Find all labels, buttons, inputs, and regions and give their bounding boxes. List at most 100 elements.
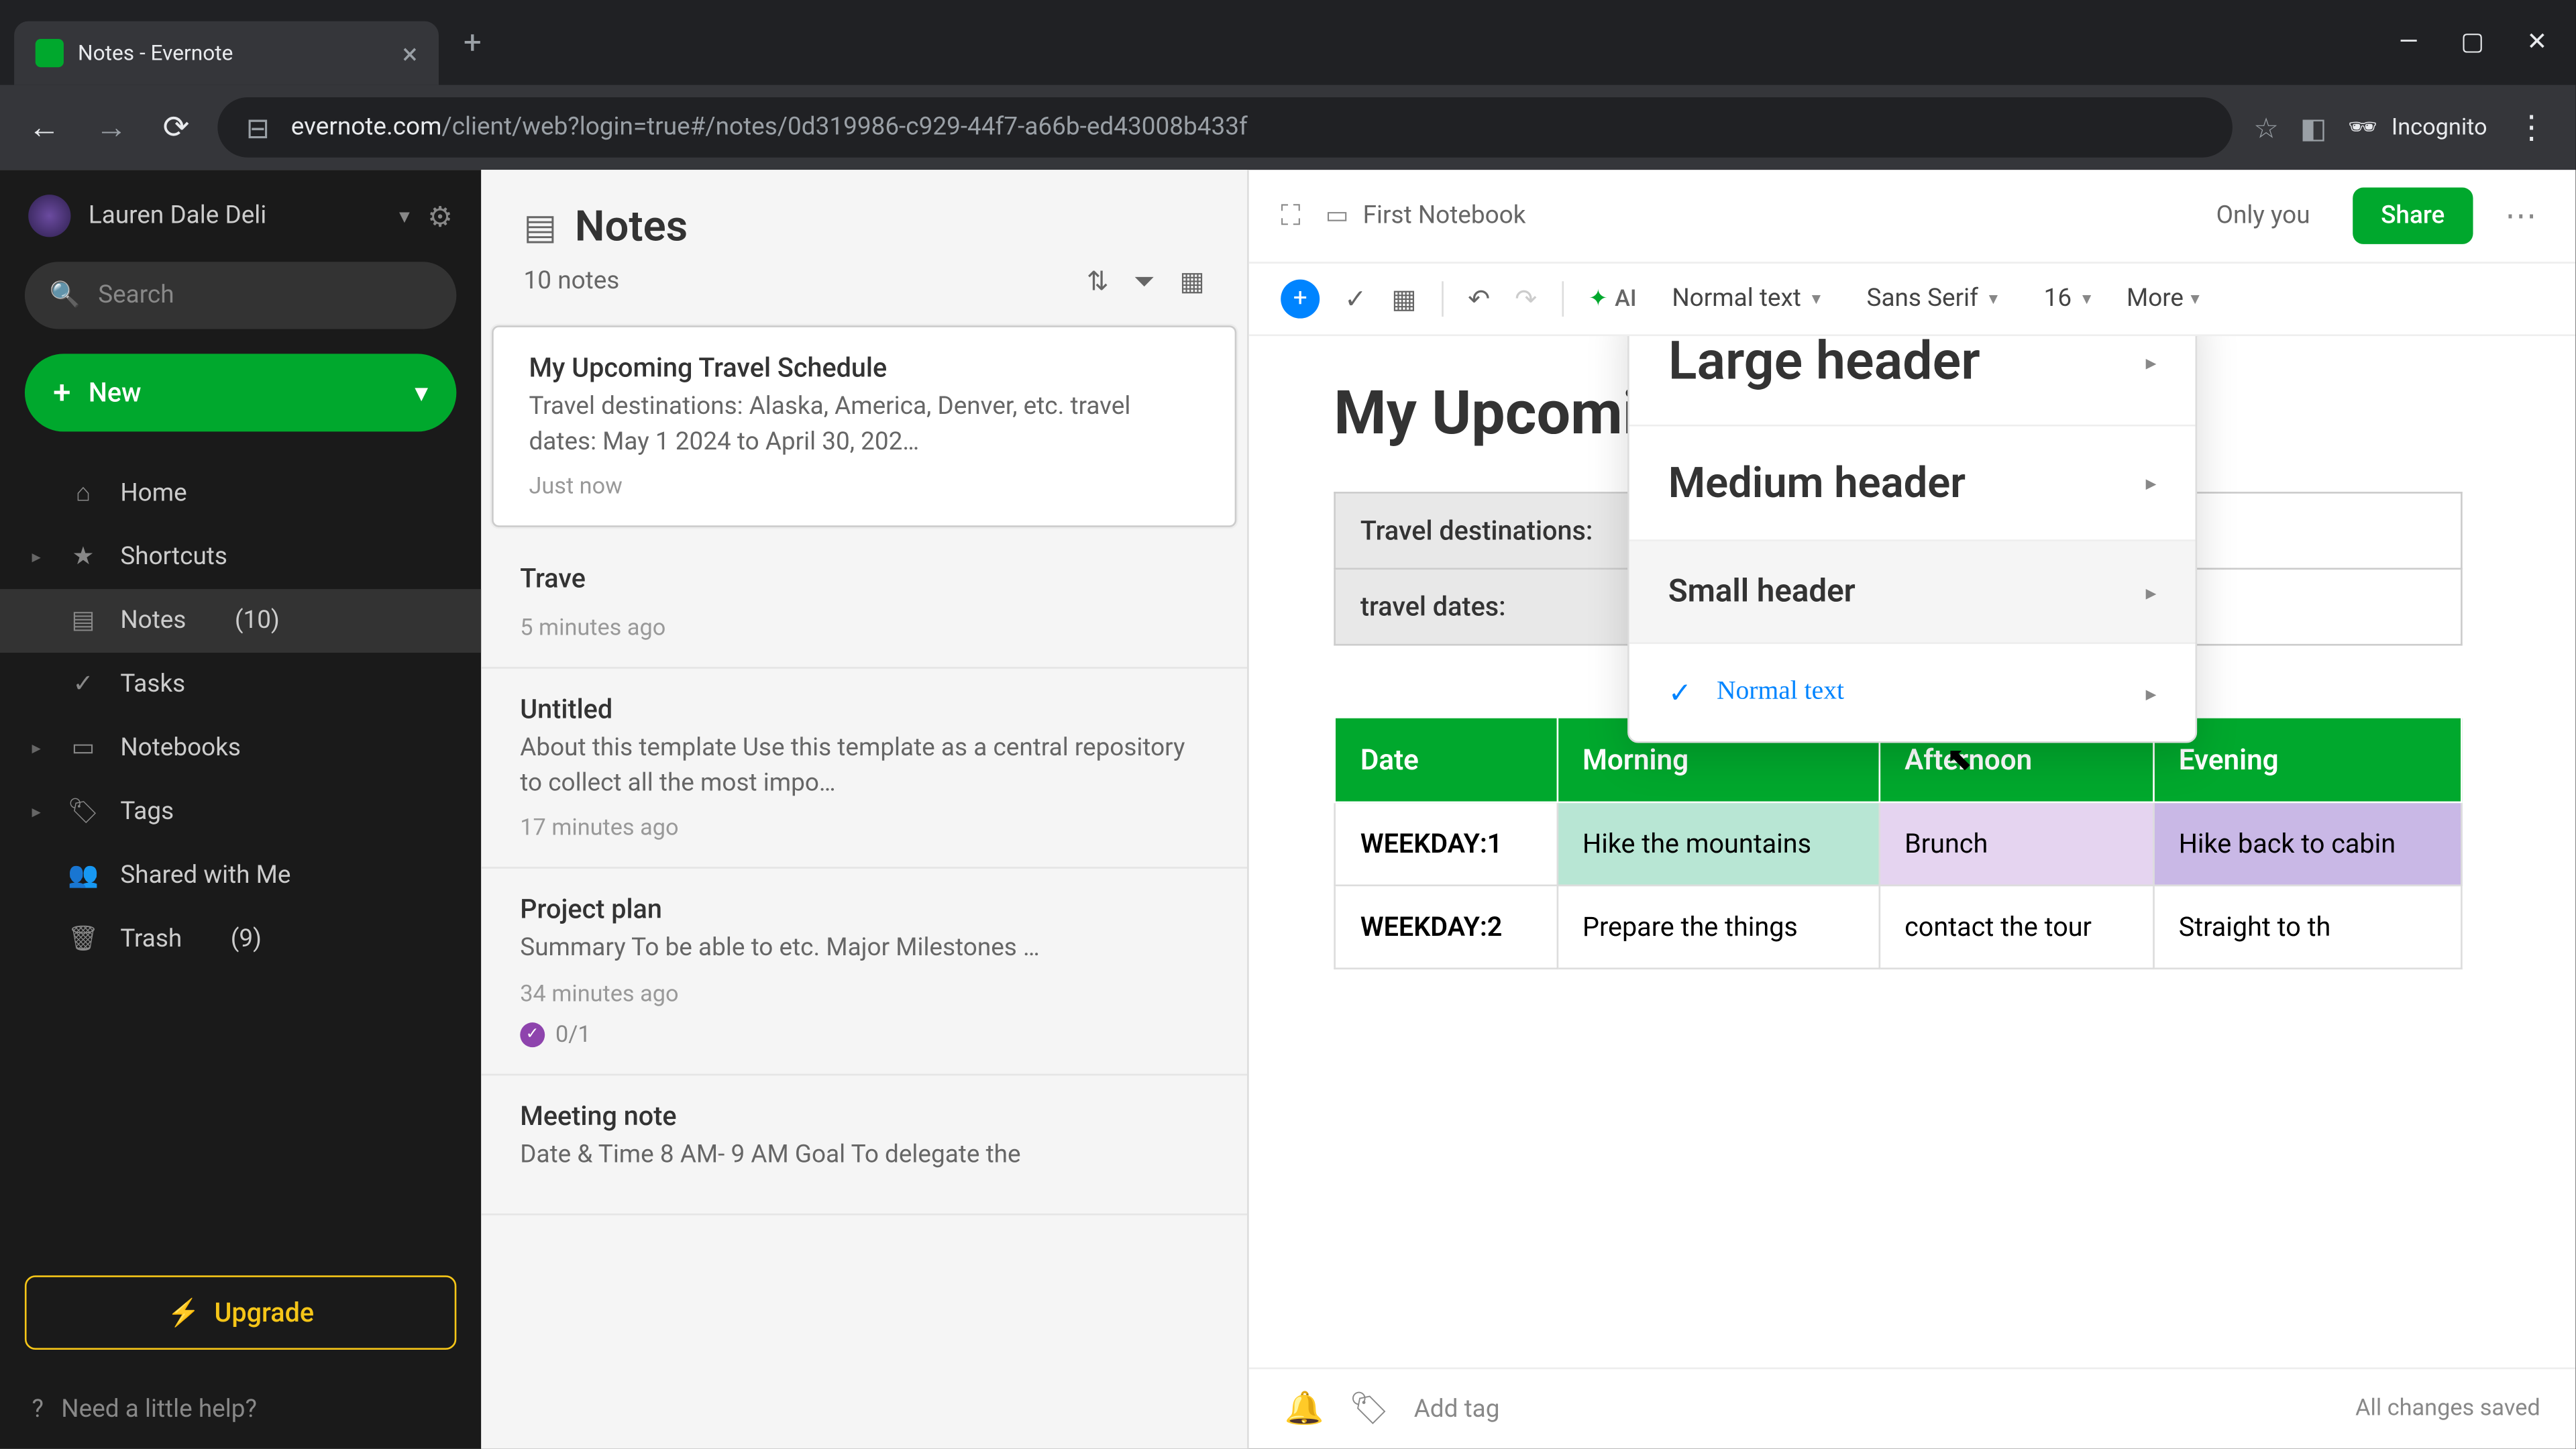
text-style-select[interactable]: Normal text▾ [1662, 278, 1831, 320]
nav-tasks[interactable]: ✓Tasks [0, 653, 481, 716]
back-icon[interactable]: ← [21, 102, 68, 153]
search-input[interactable]: 🔍 Search [25, 262, 456, 329]
reminder-icon[interactable]: 🔔 [1284, 1391, 1324, 1428]
search-placeholder: Search [98, 281, 174, 309]
nav-shared[interactable]: 👥Shared with Me [0, 844, 481, 908]
settings-gear-icon[interactable]: ⚙ [427, 199, 453, 233]
note-time: 5 minutes ago [520, 616, 1208, 643]
add-tag-input[interactable]: Add tag [1414, 1395, 2331, 1423]
notebook-breadcrumb[interactable]: ▭ First Notebook [1326, 202, 1526, 230]
expand-editor-icon[interactable]: ⛶ [1281, 198, 1301, 233]
note-card[interactable]: My Upcoming Travel Schedule Travel desti… [492, 325, 1236, 527]
share-button[interactable]: Share [2353, 188, 2473, 244]
expand-icon[interactable]: ▸ [32, 547, 46, 567]
day-cell[interactable]: WEEKDAY:2 [1335, 885, 1557, 969]
dropdown-item-large-header[interactable]: Large header ▸ [1629, 336, 2196, 426]
incognito-icon: 🕶 [2348, 114, 2377, 141]
nav-notebooks[interactable]: ▸▭Notebooks [0, 716, 481, 780]
close-window-icon[interactable]: ✕ [2526, 28, 2547, 56]
redo-icon[interactable]: ↷ [1515, 283, 1537, 315]
table-row: WEEKDAY:2 Prepare the things contact the… [1335, 885, 2462, 969]
font-size-select[interactable]: 16▾ [2033, 278, 2102, 320]
share-status[interactable]: Only you [2216, 202, 2310, 230]
nav-shortcuts[interactable]: ▸★Shortcuts [0, 525, 481, 589]
incognito-badge[interactable]: 🕶 Incognito [2348, 114, 2487, 141]
url-text: evernote.com/client/web?login=true#/note… [291, 113, 1248, 142]
cell[interactable]: Hike back to cabin [2153, 802, 2461, 885]
chevron-down-icon: ▾ [1812, 289, 1821, 309]
task-icon[interactable]: ✓ [1344, 283, 1366, 315]
dropdown-item-normal-text[interactable]: ✓ Normal text ▸ [1629, 644, 2196, 741]
sort-icon[interactable]: ⇅ [1087, 266, 1109, 297]
nav-tags[interactable]: ▸🏷Tags [0, 780, 481, 844]
upgrade-button[interactable]: ⚡ Upgrade [25, 1275, 456, 1350]
day-cell[interactable]: WEEKDAY:1 [1335, 802, 1557, 885]
schedule-table[interactable]: Date Morning Afternoon Evening WEEKDAY:1… [1334, 716, 2462, 969]
editor-toolbar: + ✓ ▦ ↶ ↷ ✦AI Normal text▾ Sans Serif▾ 1… [1249, 264, 2576, 336]
notes-panel-title: Notes [575, 202, 688, 252]
nav-home[interactable]: ⌂Home [0, 460, 481, 526]
sidebar: Lauren Dale Deli ▾ ⚙ 🔍 Search + New ▾ ⌂H… [0, 170, 481, 1449]
address-bar[interactable]: ⊟ evernote.com/client/web?login=true#/no… [218, 97, 2233, 158]
expand-icon[interactable]: ▸ [32, 802, 46, 822]
col-header[interactable]: Evening [2153, 717, 2461, 802]
trash-icon: 🗑 [67, 925, 99, 953]
browser-menu-icon[interactable]: ⋮ [2508, 102, 2555, 153]
close-tab-icon[interactable]: × [402, 36, 418, 70]
note-snippet: Summary To be able to etc. Major Milesto… [520, 933, 1208, 968]
chevron-down-icon: ▾ [1989, 289, 1998, 309]
minimize-icon[interactable]: — [2399, 28, 2418, 56]
user-menu[interactable]: Lauren Dale Deli ▾ ⚙ [0, 170, 481, 262]
cell[interactable]: Brunch [1879, 802, 2153, 885]
font-select[interactable]: Sans Serif▾ [1856, 278, 2008, 320]
maximize-icon[interactable]: ▢ [2461, 28, 2484, 56]
lightning-icon: ⚡ [167, 1297, 200, 1328]
ai-button[interactable]: ✦AI [1589, 286, 1637, 313]
view-toggle-icon[interactable]: ▦ [1179, 266, 1204, 297]
cell[interactable]: Hike the mountains [1557, 802, 1879, 885]
plus-icon: + [53, 374, 70, 411]
filter-icon[interactable]: ⏷ [1134, 266, 1155, 297]
nav-notes[interactable]: ▤Notes (10) [0, 589, 481, 653]
browser-toolbar: ← → ⟳ ⊟ evernote.com/client/web?login=tr… [0, 85, 2575, 170]
site-info-icon[interactable]: ⊟ [246, 111, 270, 144]
sparkle-icon: ✦ [1589, 286, 1608, 313]
dropdown-item-medium-header[interactable]: Medium header ▸ [1629, 427, 2196, 541]
info-label[interactable]: travel dates: [1335, 569, 1635, 645]
forward-icon[interactable]: → [89, 102, 135, 153]
info-label[interactable]: Travel destinations: [1335, 492, 1635, 568]
dropdown-item-small-header[interactable]: Small header ▸ [1629, 541, 2196, 644]
editor-footer: 🔔 🏷 Add tag All changes saved [1249, 1367, 2576, 1448]
calendar-icon[interactable]: ▦ [1391, 283, 1416, 315]
col-header[interactable]: Date [1335, 717, 1557, 802]
new-button[interactable]: + New ▾ [25, 354, 456, 431]
notes-list-panel: ▤ Notes 10 notes ⇅ ⏷ ▦ My Upcoming Trave… [481, 170, 1248, 1449]
editor-body[interactable]: My Upcoming T Travel destinations: Alas … [1249, 336, 2576, 1367]
insert-button[interactable]: + [1281, 280, 1320, 319]
browser-tab[interactable]: Notes - Evernote × [14, 21, 439, 85]
note-card[interactable]: Trave 5 minutes ago [481, 538, 1247, 669]
add-tag-icon[interactable]: 🏷 [1349, 1391, 1389, 1428]
reload-icon[interactable]: ⟳ [156, 102, 197, 153]
cell[interactable]: Straight to th [2153, 885, 2461, 969]
bookmark-icon[interactable]: ☆ [2253, 111, 2279, 144]
expand-icon[interactable]: ▸ [32, 739, 46, 758]
more-formatting[interactable]: More▾ [2127, 285, 2200, 313]
help-link[interactable]: ? Need a little help? [0, 1371, 481, 1449]
note-snippet: About this template Use this template as… [520, 733, 1208, 802]
nav-trash[interactable]: 🗑Trash (9) [0, 908, 481, 971]
more-actions-icon[interactable]: ⋯ [2498, 190, 2544, 241]
side-panel-icon[interactable]: ◧ [2300, 111, 2327, 144]
browser-tab-strip: Notes - Evernote × + — ▢ ✕ [0, 0, 2575, 85]
note-card[interactable]: Project plan Summary To be able to etc. … [481, 869, 1247, 1075]
note-time: 17 minutes ago [520, 816, 1208, 843]
cell[interactable]: Prepare the things [1557, 885, 1879, 969]
undo-icon[interactable]: ↶ [1468, 283, 1490, 315]
note-card[interactable]: Meeting note Date & Time 8 AM- 9 AM Goal… [481, 1075, 1247, 1214]
new-tab-button[interactable]: + [439, 24, 506, 61]
table-row: WEEKDAY:1 Hike the mountains Brunch Hike… [1335, 802, 2462, 885]
cell[interactable]: contact the tour [1879, 885, 2153, 969]
note-card[interactable]: Untitled About this template Use this te… [481, 669, 1247, 869]
chevron-right-icon: ▸ [2146, 470, 2157, 495]
chevron-down-icon: ▾ [2191, 289, 2200, 309]
